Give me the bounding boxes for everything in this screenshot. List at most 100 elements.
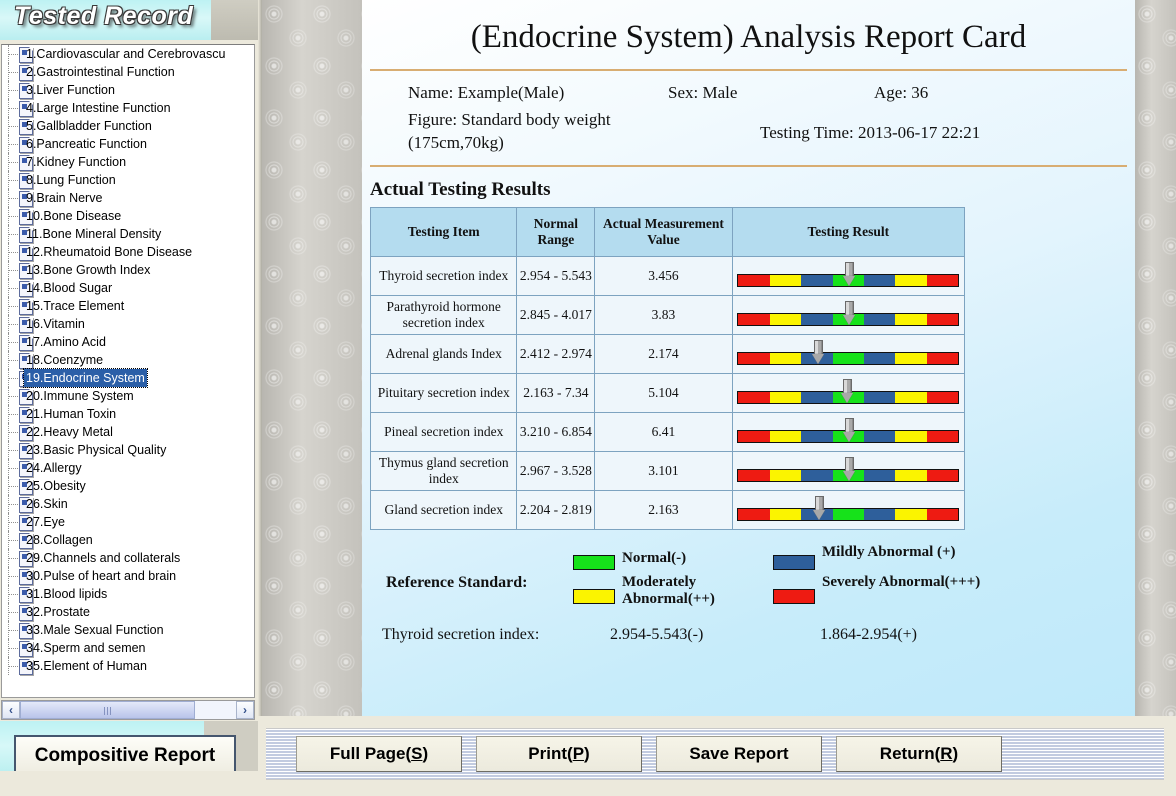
- tree-item[interactable]: 33.Male Sexual Function: [2, 621, 254, 639]
- tree-item[interactable]: 5.Gallbladder Function: [2, 117, 254, 135]
- tree-item[interactable]: 17.Amino Acid: [2, 333, 254, 351]
- tree-item[interactable]: 6.Pancreatic Function: [2, 135, 254, 153]
- tree-guide-line: [6, 549, 20, 567]
- tree-item[interactable]: 13.Bone Growth Index: [2, 261, 254, 279]
- tree-item[interactable]: 3.Liver Function: [2, 81, 254, 99]
- col-normal-range: Normal Range: [516, 206, 596, 257]
- table-row: Parathyroid hormone secretion index 2.845…: [369, 294, 966, 335]
- tree-item[interactable]: 10.Bone Disease: [2, 207, 254, 225]
- bar-segment-red: [738, 274, 770, 286]
- tree-item[interactable]: 1.Cardiovascular and Cerebrovascu: [2, 45, 254, 63]
- tree-guide-line: [6, 225, 20, 243]
- bar-segment-red: [738, 508, 770, 520]
- scroll-left-icon[interactable]: ‹: [2, 701, 20, 719]
- toolbar-button-full-page-s[interactable]: Full Page(S): [296, 736, 462, 772]
- tree-guide-line: [6, 459, 20, 477]
- tree-guide-line: [6, 603, 20, 621]
- tree-guide-line: [6, 261, 20, 279]
- tree-item-label: 24.Allergy: [26, 461, 82, 475]
- cell-testing-item: Thymus gland secretion index: [369, 450, 518, 491]
- tree-item[interactable]: 12.Rheumatoid Bone Disease: [2, 243, 254, 261]
- bar-segment-green: [832, 508, 864, 520]
- tree-item[interactable]: 9.Brain Nerve: [2, 189, 254, 207]
- tree-item-label: 2.Gastrointestinal Function: [26, 65, 175, 79]
- toolbar-button-return-r[interactable]: Return(R): [836, 736, 1002, 772]
- scrollbar-track[interactable]: [20, 701, 236, 719]
- arrow-head: [811, 353, 824, 364]
- wallpaper-right: [1135, 0, 1176, 716]
- bottom-toolbar-inner: Full Page(S) Print(P) Save Report Return(R): [266, 728, 1164, 780]
- bar-segment-red: [738, 313, 770, 325]
- tree-item[interactable]: 14.Blood Sugar: [2, 279, 254, 297]
- scroll-right-icon[interactable]: ›: [236, 701, 254, 719]
- col-actual-value: Actual Measurement Value: [594, 206, 733, 257]
- tree-item[interactable]: 24.Allergy: [2, 459, 254, 477]
- arrow-shaft: [845, 417, 855, 433]
- tree-item[interactable]: 23.Basic Physical Quality: [2, 441, 254, 459]
- tree-item[interactable]: 25.Obesity: [2, 477, 254, 495]
- tree-item-label: 22.Heavy Metal: [26, 425, 113, 439]
- tree-item-label: 19.Endocrine System: [23, 368, 148, 388]
- tree-item[interactable]: 2.Gastrointestinal Function: [2, 63, 254, 81]
- tree-item-label: 35.Element of Human: [26, 659, 147, 673]
- bar-segment-blue: [801, 430, 833, 442]
- tree-item[interactable]: 28.Collagen: [2, 531, 254, 549]
- tree-guide-line: [6, 621, 20, 639]
- toolbar-button-save-report[interactable]: Save Report: [656, 736, 822, 772]
- tree-item-label: 26.Skin: [26, 497, 68, 511]
- tree-guide-line: [6, 657, 20, 675]
- tree-item[interactable]: 4.Large Intestine Function: [2, 99, 254, 117]
- tree-item-label: 34.Sperm and semen: [26, 641, 146, 655]
- tree-item[interactable]: 27.Eye: [2, 513, 254, 531]
- tree-item[interactable]: 18.Coenzyme: [2, 351, 254, 369]
- tree-item[interactable]: 32.Prostate: [2, 603, 254, 621]
- cell-testing-result: [731, 255, 966, 296]
- tree-item[interactable]: 11.Bone Mineral Density: [2, 225, 254, 243]
- table-row: Adrenal glands Index 2.412 - 2.974 2.174: [369, 333, 966, 374]
- tree-guide-line: [6, 531, 20, 549]
- bar-segment-yellow: [895, 313, 927, 325]
- result-marker-arrow-icon: [841, 378, 854, 403]
- tree-item[interactable]: 30.Pulse of heart and brain: [2, 567, 254, 585]
- arrow-shaft: [845, 300, 855, 316]
- tree-item-label: 7.Kidney Function: [26, 155, 127, 169]
- cell-testing-item: Adrenal glands Index: [369, 333, 518, 374]
- tree-item[interactable]: 19.Endocrine System: [2, 368, 254, 388]
- bar-segment-blue: [801, 313, 833, 325]
- tree-item[interactable]: 35.Element of Human: [2, 657, 254, 675]
- tree-item-label: 18.Coenzyme: [26, 353, 104, 367]
- arrow-head: [841, 392, 854, 403]
- tree-item[interactable]: 20.Immune System: [2, 387, 254, 405]
- bar-segment-red: [926, 274, 959, 286]
- toolbar-button-print-p[interactable]: Print(P): [476, 736, 642, 772]
- tested-record-tree[interactable]: 1.Cardiovascular and Cerebrovascu 2.Gastr…: [1, 44, 255, 698]
- bar-segment-yellow: [895, 352, 927, 364]
- tree-horizontal-scrollbar[interactable]: ‹ ›: [1, 700, 255, 720]
- tree-item[interactable]: 15.Trace Element: [2, 297, 254, 315]
- footer-label: Thyroid secretion index:: [382, 625, 540, 643]
- cell-actual-value: 3.83: [594, 294, 733, 335]
- tree-item[interactable]: 21.Human Toxin: [2, 405, 254, 423]
- tree-item[interactable]: 29.Channels and collaterals: [2, 549, 254, 567]
- arrow-shaft: [843, 378, 853, 394]
- scrollbar-thumb[interactable]: [20, 701, 195, 719]
- tree-item-label: 6.Pancreatic Function: [26, 137, 147, 151]
- tree-item[interactable]: 31.Blood lipids: [2, 585, 254, 603]
- tree-item[interactable]: 26.Skin: [2, 495, 254, 513]
- tree-item[interactable]: 16.Vitamin: [2, 315, 254, 333]
- testing-time: Testing Time: 2013-06-17 22:21: [760, 122, 981, 142]
- header-filler: [211, 0, 258, 40]
- tree-guide-line: [6, 333, 20, 351]
- tree-item[interactable]: 22.Heavy Metal: [2, 423, 254, 441]
- footer-value-mild: 1.864-2.954(+): [820, 625, 918, 643]
- tree-guide-line: [6, 387, 20, 405]
- tree-guide-line: [6, 153, 20, 171]
- tree-item[interactable]: 8.Lung Function: [2, 171, 254, 189]
- bar-segment-blue: [863, 430, 896, 442]
- tree-item[interactable]: 34.Sperm and semen: [2, 639, 254, 657]
- tree-item[interactable]: 7.Kidney Function: [2, 153, 254, 171]
- tree-guide-line: [6, 171, 20, 189]
- cell-testing-item: Gland secretion index: [369, 489, 518, 530]
- bar-segment-red: [926, 391, 959, 403]
- table-row: Thyroid secretion index 2.954 - 5.543 3.45…: [369, 255, 966, 296]
